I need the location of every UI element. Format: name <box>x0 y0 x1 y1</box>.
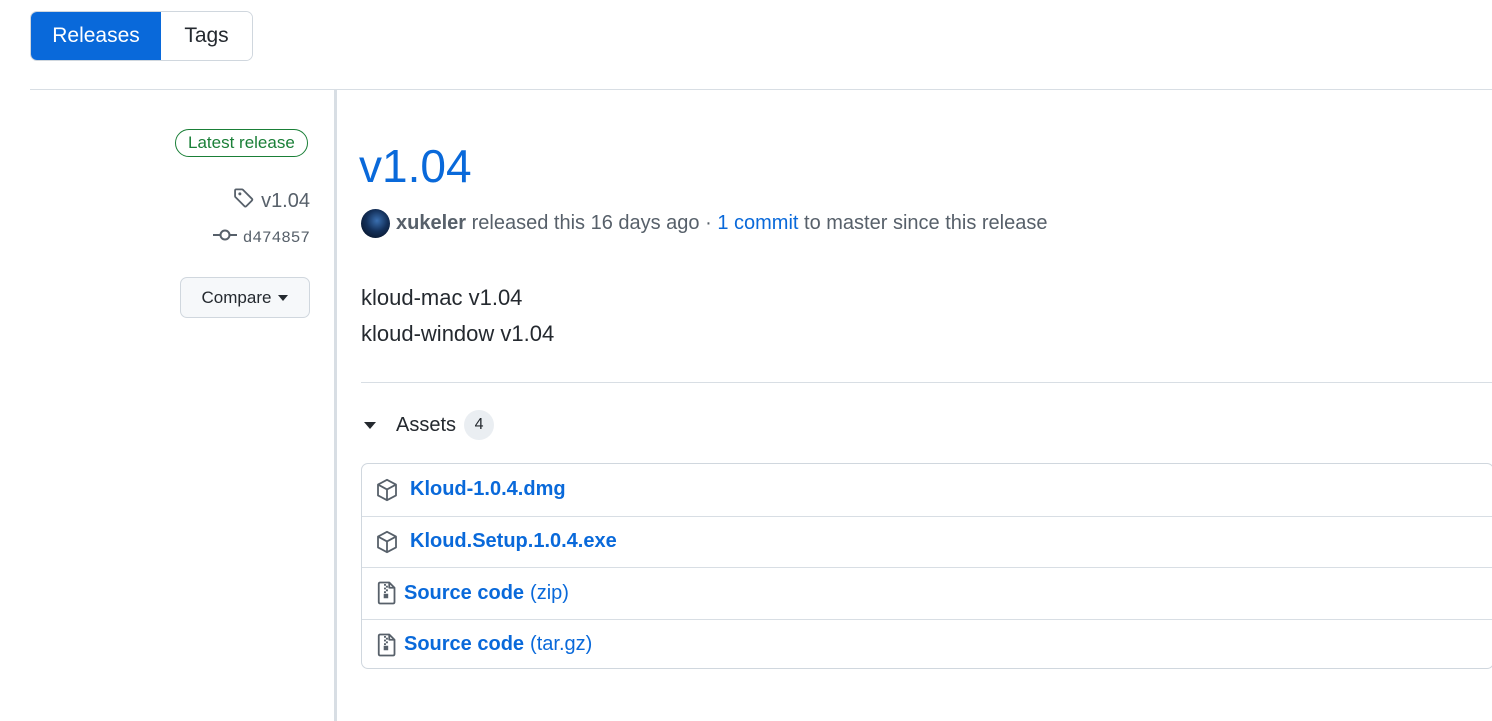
avatar[interactable] <box>361 208 390 238</box>
asset-link[interactable]: Kloud-1.0.4.dmg <box>410 478 566 501</box>
triangle-down-icon <box>364 421 376 429</box>
released-text: released this 16 days ago · <box>471 211 712 234</box>
file-zip-icon <box>374 580 400 606</box>
tag-icon <box>233 187 255 215</box>
timeline-divider <box>334 90 337 721</box>
compare-button[interactable]: Compare <box>180 277 310 318</box>
release-note-line: kloud-window v1.04 <box>361 321 555 346</box>
release-note-line: kloud-mac v1.04 <box>361 285 523 310</box>
asset-format: (tar.gz) <box>530 633 593 656</box>
file-zip-icon <box>374 632 400 658</box>
caret-down-icon <box>278 294 289 301</box>
releases-tags-tabnav: Releases Tags <box>30 11 253 61</box>
asset-link[interactable]: Source code (zip) <box>404 582 569 605</box>
commit-count-link[interactable]: 1 commit <box>717 212 798 235</box>
since-text: to master since this release <box>804 211 1048 234</box>
author-link[interactable]: xukeler <box>396 212 466 235</box>
tab-tags[interactable]: Tags <box>161 12 252 60</box>
asset-list: Kloud-1.0.4.dmg Kloud.Setup.1.0.4.exe So… <box>361 463 1492 669</box>
assets-toggle[interactable]: Assets 4 <box>364 410 495 440</box>
package-icon <box>374 477 400 503</box>
asset-row[interactable]: Kloud.Setup.1.0.4.exe <box>362 515 1492 568</box>
release-tag-link[interactable]: v1.04 <box>233 187 310 215</box>
git-commit-icon <box>212 228 237 247</box>
release-commit-link[interactable]: d474857 <box>212 228 310 247</box>
release-byline: xukeler released this 16 days ago · 1 co… <box>361 208 1047 238</box>
assets-divider <box>361 382 1492 383</box>
asset-row[interactable]: Source code (tar.gz) <box>362 618 1492 669</box>
asset-row[interactable]: Source code (zip) <box>362 567 1492 619</box>
compare-label: Compare <box>201 287 272 307</box>
asset-format: (zip) <box>530 581 569 604</box>
assets-heading: Assets <box>396 413 457 436</box>
latest-release-badge: Latest release <box>175 129 308 157</box>
commit-sha: d474857 <box>242 228 310 247</box>
release-notes: kloud-mac v1.04 kloud-window v1.04 <box>361 280 554 352</box>
asset-link[interactable]: Kloud.Setup.1.0.4.exe <box>410 530 617 553</box>
release-title[interactable]: v1.04 <box>359 138 472 194</box>
asset-link[interactable]: Source code (tar.gz) <box>404 633 592 656</box>
top-divider <box>30 89 1492 90</box>
assets-count-badge: 4 <box>464 410 495 440</box>
asset-row[interactable]: Kloud-1.0.4.dmg <box>362 464 1492 516</box>
tab-releases[interactable]: Releases <box>31 12 161 60</box>
package-icon <box>374 529 400 555</box>
release-tag-label: v1.04 <box>261 189 310 212</box>
